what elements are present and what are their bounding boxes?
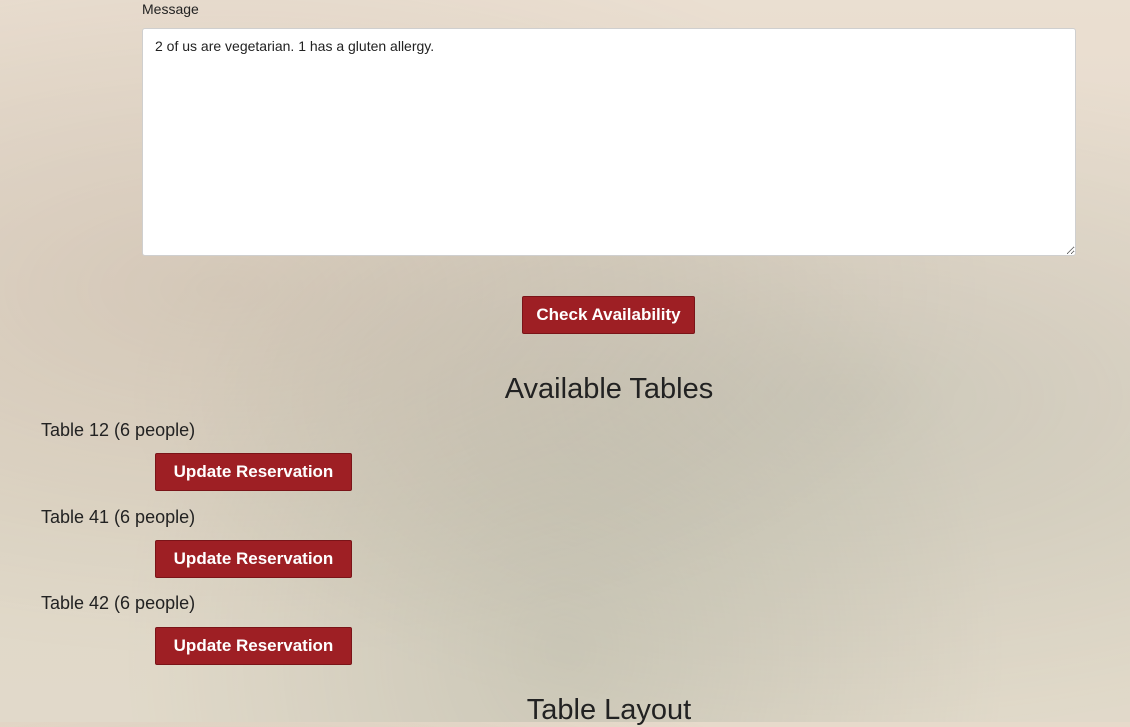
reservation-form: Message 2 of us are vegetarian. 1 has a … bbox=[0, 0, 1130, 726]
table-item-label: Table 41 (6 people) bbox=[41, 507, 196, 527]
message-label: Message bbox=[142, 1, 199, 17]
update-reservation-button[interactable]: Update Reservation bbox=[155, 540, 352, 578]
table-layout-heading: Table Layout bbox=[526, 694, 692, 726]
update-reservation-button[interactable]: Update Reservation bbox=[155, 627, 352, 665]
check-availability-button[interactable]: Check Availability bbox=[522, 296, 695, 334]
message-textarea[interactable]: 2 of us are vegetarian. 1 has a gluten a… bbox=[142, 28, 1076, 256]
available-tables-heading: Available Tables bbox=[504, 373, 714, 405]
table-item-label: Table 12 (6 people) bbox=[41, 420, 196, 440]
update-reservation-button[interactable]: Update Reservation bbox=[155, 453, 352, 491]
table-item-label: Table 42 (6 people) bbox=[41, 593, 196, 613]
